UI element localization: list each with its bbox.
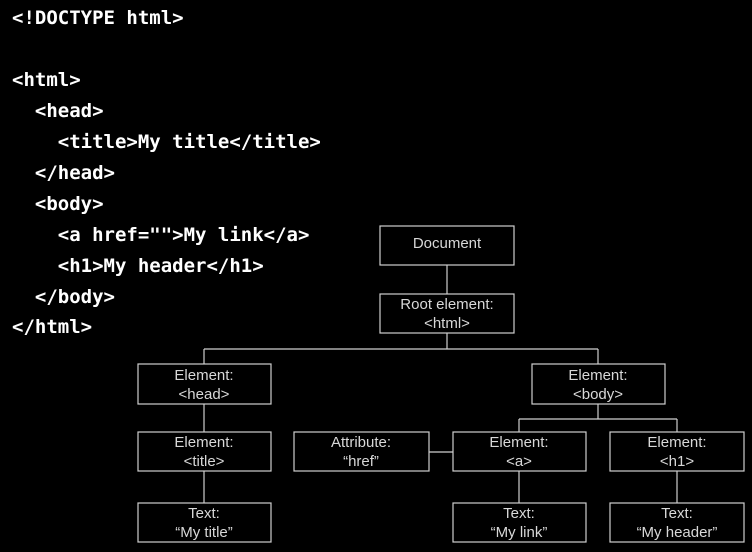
node-text-link-value: “My link” — [491, 524, 548, 541]
node-text-header-label: Text: — [661, 505, 693, 522]
dom-tree-diagram: Document Root element: <html> Element: <… — [137, 225, 745, 543]
node-a: Element: <a> — [452, 431, 587, 472]
node-root-tag: <html> — [424, 315, 470, 332]
node-title: Element: <title> — [137, 431, 272, 472]
node-title-tag: <title> — [184, 453, 225, 470]
node-text-link-label: Text: — [503, 505, 535, 522]
node-a-label: Element: — [489, 434, 548, 451]
node-body-tag: <body> — [573, 386, 623, 403]
node-text-title-label: Text: — [188, 505, 220, 522]
node-href-value: “href” — [343, 453, 379, 470]
node-head: Element: <head> — [137, 363, 272, 405]
node-document: Document — [379, 225, 515, 266]
node-root-element: Root element: <html> — [379, 293, 515, 334]
node-body: Element: <body> — [531, 363, 666, 405]
node-attribute-href: Attribute: “href” — [293, 431, 430, 472]
node-h1-label: Element: — [647, 434, 706, 451]
node-text-title-value: “My title” — [175, 524, 233, 541]
html-dom-diagram: { "code_lines": [ "<!DOCTYPE html>", "",… — [0, 0, 752, 552]
node-text-header: Text: “My header” — [609, 502, 745, 543]
node-text-header-value: “My header” — [637, 524, 718, 541]
node-h1-tag: <h1> — [660, 453, 694, 470]
node-head-label: Element: — [174, 367, 233, 384]
node-href-label: Attribute: — [331, 434, 391, 451]
node-document-label: Document — [413, 235, 482, 252]
node-a-tag: <a> — [506, 453, 532, 470]
node-body-label: Element: — [568, 367, 627, 384]
node-h1: Element: <h1> — [609, 431, 745, 472]
node-text-title: Text: “My title” — [137, 502, 272, 543]
node-title-label: Element: — [174, 434, 233, 451]
node-text-link: Text: “My link” — [452, 502, 587, 543]
node-head-tag: <head> — [179, 386, 230, 403]
node-root-label: Root element: — [400, 296, 493, 313]
